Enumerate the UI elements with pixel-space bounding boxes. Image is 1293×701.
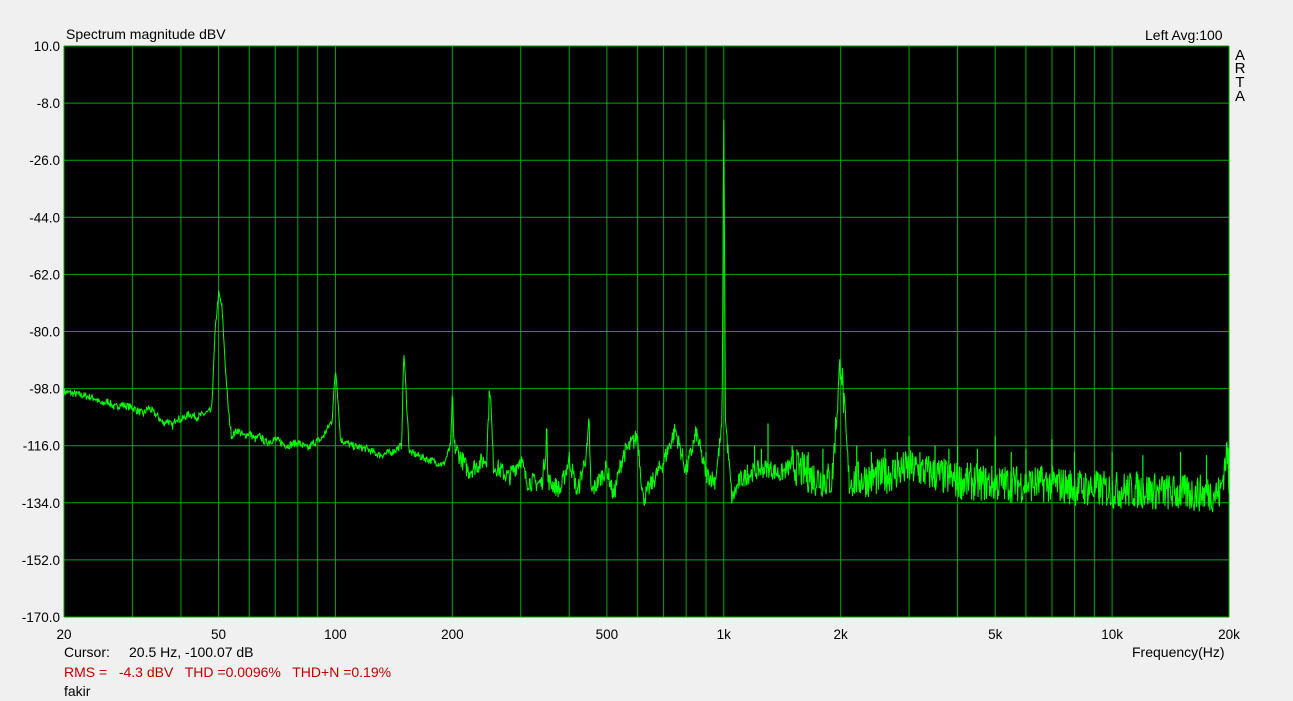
measurement-readout: RMS = -4.3 dBV THD =0.0096% THD+N =0.19% bbox=[64, 664, 392, 680]
y-tick-label: -152.0 bbox=[22, 553, 60, 568]
x-tick-label: 100 bbox=[324, 627, 347, 642]
y-tick-label: 10.0 bbox=[34, 39, 60, 54]
x-tick-label: 50 bbox=[211, 627, 226, 642]
y-tick-label: -44.0 bbox=[29, 210, 60, 225]
comment-text: fakir bbox=[64, 683, 91, 699]
x-tick-label: 200 bbox=[441, 627, 464, 642]
y-tick-label: -8.0 bbox=[37, 96, 60, 111]
y-tick-label: -98.0 bbox=[29, 382, 60, 397]
x-tick-label: 20 bbox=[56, 627, 71, 642]
x-tick-label: 1k bbox=[717, 627, 732, 642]
x-tick-label: 5k bbox=[988, 627, 1003, 642]
x-tick-label: 10k bbox=[1101, 627, 1123, 642]
y-tick-label: -116.0 bbox=[23, 439, 60, 454]
y-tick-label: -62.0 bbox=[29, 267, 60, 282]
y-tick-label: -80.0 bbox=[29, 325, 60, 340]
cursor-value: 20.5 Hz, -100.07 dB bbox=[129, 644, 254, 660]
y-tick-label: -26.0 bbox=[29, 153, 60, 168]
x-tick-label: 2k bbox=[834, 627, 849, 642]
cursor-label: Cursor: bbox=[64, 644, 110, 660]
spectrum-chart[interactable]: 10.0 -8.0 -26.0 -44.0 -62.0 -80.0 -98.0 -116.0 -… bbox=[0, 0, 1293, 701]
x-axis-label: Frequency(Hz) bbox=[1132, 644, 1225, 660]
y-tick-label: -134.0 bbox=[22, 496, 60, 511]
y-tick-label: -170.0 bbox=[22, 610, 60, 625]
x-tick-label: 500 bbox=[596, 627, 619, 642]
x-tick-label: 20k bbox=[1218, 627, 1240, 642]
